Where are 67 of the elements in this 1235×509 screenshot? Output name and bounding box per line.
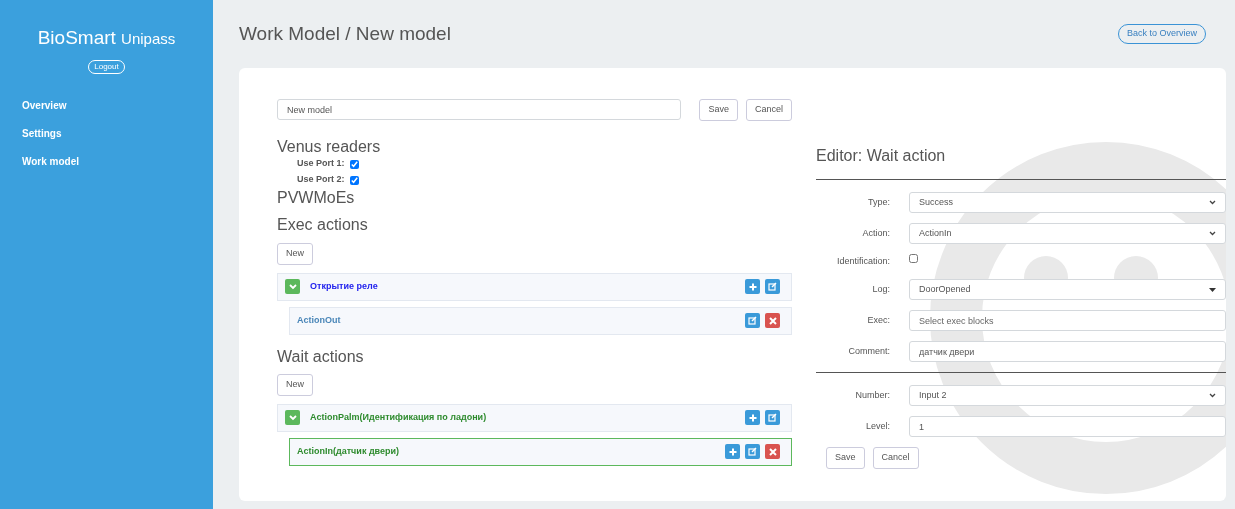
plus-icon [748, 413, 757, 422]
add-button[interactable] [745, 279, 760, 295]
expand-button[interactable] [285, 410, 300, 426]
add-button[interactable] [725, 444, 740, 460]
text-field[interactable]: 1 [909, 416, 1226, 438]
select-field[interactable]: DoorOpened [909, 279, 1226, 301]
add-button[interactable] [745, 410, 760, 426]
field-label: Identification: [835, 254, 891, 268]
section-heading: Wait actions [277, 346, 365, 366]
field-label: Number: [854, 388, 891, 402]
action-label[interactable]: ActionPalm(Идентификация по ладони) [310, 411, 487, 425]
field-label: Action: [861, 226, 891, 240]
close-icon [768, 447, 777, 456]
edit-button[interactable] [765, 410, 780, 426]
select-field[interactable]: Input 2 [909, 385, 1226, 407]
edit-icon [748, 447, 757, 457]
checkbox-label: Use Port 2: [297, 173, 346, 187]
cancel-button[interactable]: Cancel [746, 99, 792, 121]
action-row[interactable]: ActionOut [289, 306, 792, 335]
field-label: Comment: [847, 344, 891, 358]
checkbox-label: Use Port 1: [297, 157, 346, 171]
edit-button[interactable] [745, 313, 760, 329]
delete-button[interactable] [765, 444, 780, 460]
edit-button[interactable] [765, 279, 780, 295]
caret-icon [1209, 200, 1216, 206]
edit-icon [748, 316, 757, 326]
edit-icon [768, 413, 777, 423]
brand-subtitle: Unipass [121, 30, 176, 47]
close-icon [768, 316, 777, 325]
chevron-down-icon [288, 414, 297, 421]
save-button[interactable]: Save [699, 99, 738, 121]
caret-icon [1209, 287, 1216, 292]
select-field[interactable]: ActionIn [909, 223, 1226, 245]
action-label[interactable]: Открытие реле [310, 279, 378, 294]
port-checkbox[interactable] [350, 175, 359, 185]
text-field[interactable]: Select exec blocks [909, 310, 1226, 332]
model-name-field[interactable]: New model [277, 99, 682, 120]
delete-button[interactable] [765, 313, 780, 329]
port-checkbox[interactable] [350, 159, 359, 169]
section-heading: Venus readers [277, 137, 382, 157]
edit-icon [768, 282, 777, 292]
identification-checkbox[interactable] [909, 254, 918, 264]
cancel-button[interactable]: Cancel [872, 447, 919, 470]
new-button[interactable]: New [277, 242, 313, 265]
page-title: Work Model / New model [239, 22, 451, 46]
plus-icon [748, 282, 757, 291]
action-label: ActionIn(датчик двери) [297, 445, 400, 458]
save-button[interactable]: Save [826, 447, 865, 470]
select-field[interactable]: Success [909, 192, 1226, 214]
caret-icon [1209, 393, 1216, 399]
section-heading: PVWMoEs [277, 188, 356, 208]
brand-title: BioSmart [37, 27, 116, 48]
caret-icon [1209, 231, 1216, 237]
field-label: Level: [864, 419, 891, 433]
edit-button[interactable] [745, 444, 760, 460]
editor-title: Editor: Wait action [816, 146, 947, 166]
new-button[interactable]: New [277, 373, 313, 396]
section-heading: Exec actions [277, 215, 369, 235]
expand-button[interactable] [285, 279, 300, 295]
text-field[interactable]: датчик двери [909, 341, 1226, 363]
field-label: Exec: [866, 313, 891, 327]
action-label: ActionOut [297, 313, 341, 327]
chevron-down-icon [288, 283, 297, 290]
plus-icon [728, 447, 737, 456]
action-row[interactable]: ActionIn(датчик двери) [289, 437, 792, 466]
field-label: Log: [871, 282, 891, 296]
field-label: Type: [867, 195, 891, 209]
